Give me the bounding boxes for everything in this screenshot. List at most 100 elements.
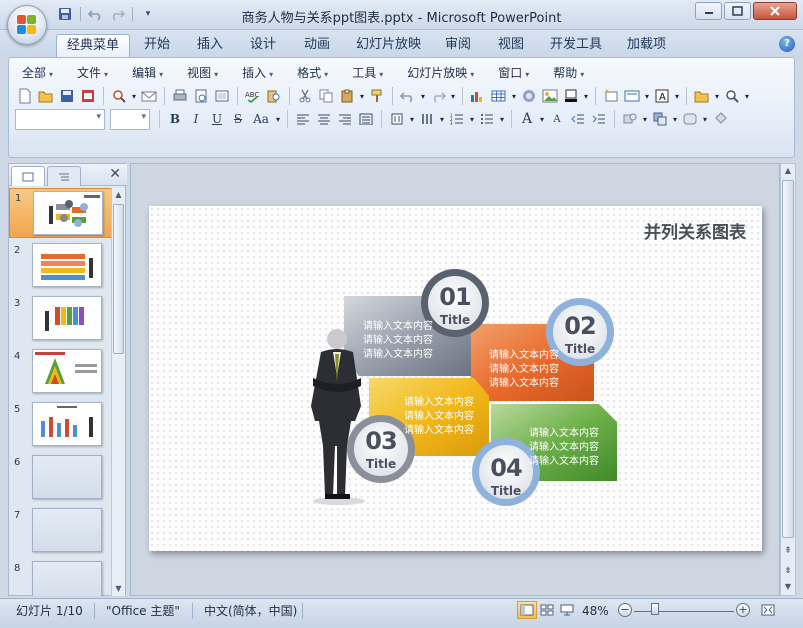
slide-sorter-button[interactable] bbox=[537, 601, 557, 619]
tab-classic-menu[interactable]: 经典菜单 bbox=[56, 34, 131, 57]
menu-slideshow[interactable]: 幻灯片放映 ▾ bbox=[400, 62, 481, 82]
undo-toolbar-icon[interactable] bbox=[398, 86, 418, 106]
slide-thumbnail-4[interactable]: 4 bbox=[9, 347, 113, 397]
save-icon[interactable] bbox=[56, 6, 74, 22]
panel-text-02[interactable]: 请输入文本内容 请输入文本内容 请输入文本内容 bbox=[489, 349, 559, 391]
office-button[interactable] bbox=[7, 5, 47, 45]
preview-icon[interactable] bbox=[191, 86, 211, 106]
main-vertical-scrollbar[interactable]: ▲ ⇞ ⇟ ▼ bbox=[780, 163, 796, 596]
menu-help[interactable]: 帮助 ▾ bbox=[546, 62, 591, 82]
scroll-up-icon[interactable]: ▲ bbox=[781, 164, 795, 178]
shapes-icon[interactable] bbox=[620, 109, 640, 129]
tab-developer[interactable]: 开发工具 bbox=[540, 34, 612, 57]
clipart-icon[interactable] bbox=[519, 86, 539, 106]
dropdown-arrow-icon[interactable]: ▾ bbox=[438, 109, 446, 129]
menu-tools[interactable]: 工具 ▾ bbox=[345, 62, 390, 82]
picture-icon[interactable] bbox=[540, 86, 560, 106]
menu-view[interactable]: 视图 ▾ bbox=[180, 62, 225, 82]
tab-insert[interactable]: 插入 bbox=[187, 34, 233, 57]
tab-slides[interactable] bbox=[11, 166, 45, 186]
increase-indent-icon[interactable] bbox=[589, 109, 609, 129]
menu-insert[interactable]: 插入 ▾ bbox=[235, 62, 280, 82]
align-left-icon[interactable] bbox=[293, 109, 313, 129]
fill-bucket-icon[interactable] bbox=[710, 109, 730, 129]
menu-window[interactable]: 窗口 ▾ bbox=[491, 62, 536, 82]
dropdown-arrow-icon[interactable]: ▾ bbox=[408, 109, 416, 129]
dropdown-arrow-icon[interactable]: ▾ bbox=[641, 109, 649, 129]
current-slide[interactable]: 并列关系图表 01 Title 02 Title 03 Title 04 Tit… bbox=[149, 206, 762, 551]
change-case-button[interactable]: Aa bbox=[249, 109, 273, 129]
scroll-down-icon[interactable]: ▼ bbox=[781, 580, 795, 594]
slide-thumbnail-2[interactable]: 2 bbox=[9, 241, 113, 291]
scroll-up-icon[interactable]: ▲ bbox=[112, 188, 125, 202]
menu-edit[interactable]: 编辑 ▾ bbox=[125, 62, 170, 82]
dropdown-arrow-icon[interactable]: ▾ bbox=[643, 86, 651, 106]
panel-text-03[interactable]: 请输入文本内容 请输入文本内容 请输入文本内容 bbox=[404, 396, 474, 438]
zoom-icon[interactable] bbox=[722, 86, 742, 106]
scroll-down-icon[interactable]: ▼ bbox=[112, 582, 125, 596]
insert-table-icon[interactable] bbox=[489, 86, 509, 106]
justify-icon[interactable] bbox=[356, 109, 376, 129]
slides-panel-scrollbar[interactable]: ▲ ▼ bbox=[111, 188, 125, 596]
permission-icon[interactable] bbox=[78, 86, 98, 106]
text-box-icon[interactable]: A bbox=[652, 86, 672, 106]
dropdown-arrow-icon[interactable]: ▾ bbox=[449, 86, 457, 106]
new-slide-icon[interactable] bbox=[601, 86, 621, 106]
next-slide-icon[interactable]: ⇟ bbox=[781, 564, 795, 578]
slideshow-view-button[interactable] bbox=[557, 601, 577, 619]
undo-icon[interactable] bbox=[87, 6, 105, 22]
bold-button[interactable]: B bbox=[165, 109, 185, 129]
print-icon[interactable] bbox=[170, 86, 190, 106]
tab-slideshow[interactable]: 幻灯片放映 bbox=[346, 34, 431, 57]
font-size-combo[interactable] bbox=[110, 108, 150, 130]
dropdown-arrow-icon[interactable]: ▾ bbox=[468, 109, 476, 129]
prev-slide-icon[interactable]: ⇞ bbox=[781, 544, 795, 558]
normal-view-button[interactable] bbox=[517, 601, 537, 619]
dropdown-arrow-icon[interactable]: ▾ bbox=[701, 109, 709, 129]
dropdown-arrow-icon[interactable]: ▾ bbox=[498, 109, 506, 129]
arrange-icon[interactable] bbox=[650, 109, 670, 129]
bullets-icon[interactable] bbox=[477, 109, 497, 129]
save-file-icon[interactable] bbox=[57, 86, 77, 106]
font-name-combo[interactable] bbox=[15, 108, 105, 130]
align-center-icon[interactable] bbox=[314, 109, 334, 129]
text-direction-icon[interactable] bbox=[387, 109, 407, 129]
italic-button[interactable]: I bbox=[186, 109, 206, 129]
help-icon[interactable]: ? bbox=[779, 36, 795, 52]
panel-text-01[interactable]: 请输入文本内容 请输入文本内容 请输入文本内容 bbox=[363, 320, 433, 362]
slide-thumbnail-5[interactable]: 5 bbox=[9, 400, 113, 450]
copy-icon[interactable] bbox=[316, 86, 336, 106]
tab-home[interactable]: 开始 bbox=[134, 34, 180, 57]
zoom-slider-track[interactable] bbox=[634, 611, 734, 612]
new-icon[interactable] bbox=[15, 86, 35, 106]
tab-view[interactable]: 视图 bbox=[488, 34, 534, 57]
paste-icon[interactable] bbox=[337, 86, 357, 106]
tab-addins[interactable]: 加载项 bbox=[617, 34, 676, 57]
tab-review[interactable]: 审阅 bbox=[435, 34, 481, 57]
research-icon[interactable] bbox=[264, 86, 284, 106]
panel-text-04[interactable]: 请输入文本内容 请输入文本内容 请输入文本内容 bbox=[529, 427, 599, 469]
slide-thumbnail-1[interactable]: 1 bbox=[9, 188, 113, 238]
numbering-icon[interactable]: 123 bbox=[447, 109, 467, 129]
tab-outline[interactable] bbox=[47, 166, 81, 186]
slide-thumbnail-3[interactable]: 3 bbox=[9, 294, 113, 344]
mail-icon[interactable] bbox=[139, 86, 159, 106]
dropdown-arrow-icon[interactable]: ▾ bbox=[419, 86, 427, 106]
dropdown-arrow-icon[interactable]: ▾ bbox=[671, 109, 679, 129]
tab-design[interactable]: 设计 bbox=[240, 34, 286, 57]
slide-thumbnail-8[interactable]: 8 bbox=[9, 559, 113, 596]
zoom-out-button[interactable]: − bbox=[618, 603, 632, 617]
zoom-in-button[interactable]: + bbox=[736, 603, 750, 617]
cut-icon[interactable] bbox=[295, 86, 315, 106]
scroll-thumb[interactable] bbox=[113, 204, 124, 354]
insert-chart-icon[interactable] bbox=[468, 86, 488, 106]
slide-thumbnail-6[interactable]: 6 bbox=[9, 453, 113, 503]
theme-name[interactable]: "Office 主题" bbox=[106, 602, 180, 620]
dropdown-arrow-icon[interactable]: ▾ bbox=[130, 86, 138, 106]
redo-toolbar-icon[interactable] bbox=[428, 86, 448, 106]
underline-button[interactable]: U bbox=[207, 109, 227, 129]
folder-icon[interactable] bbox=[692, 86, 712, 106]
page-setup-icon[interactable] bbox=[212, 86, 232, 106]
dropdown-arrow-icon[interactable]: ▾ bbox=[538, 109, 546, 129]
minimize-button[interactable] bbox=[695, 2, 722, 20]
